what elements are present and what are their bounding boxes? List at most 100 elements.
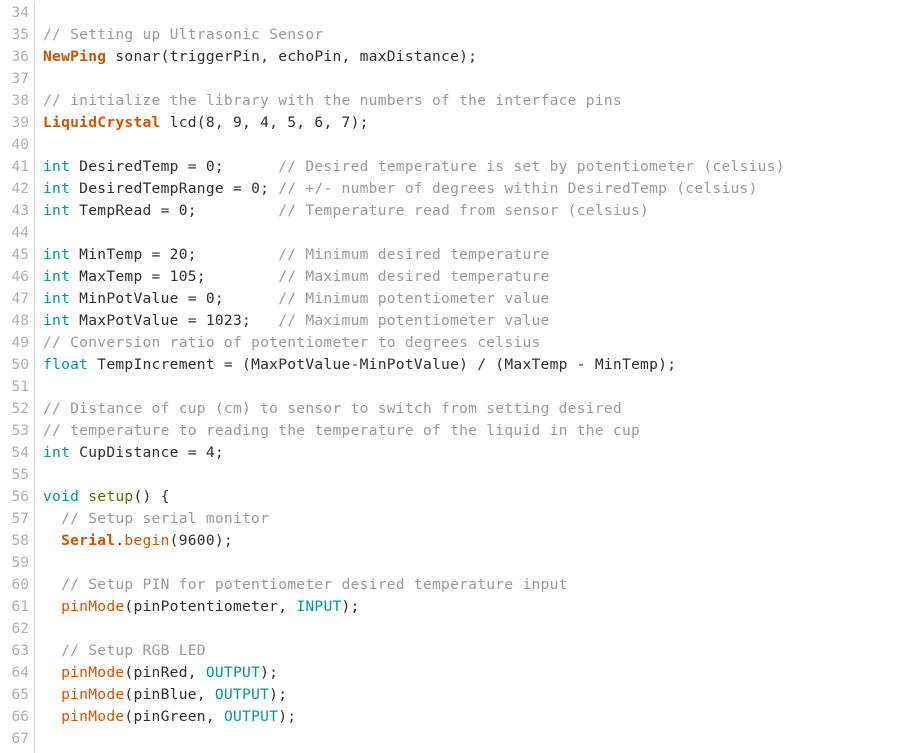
code-token: DesiredTempRange = 0; (70, 180, 279, 197)
line-number: 58 (11, 533, 29, 549)
line-number: 59 (11, 555, 29, 571)
code-token: Serial (61, 532, 116, 549)
line-number: 39 (11, 115, 29, 131)
line-number: 37 (11, 71, 29, 87)
code-line[interactable] (43, 728, 904, 750)
code-token: int (43, 268, 71, 285)
code-token: MinTemp = 20; (70, 246, 279, 263)
line-number: 67 (11, 731, 29, 747)
code-token: pinMode (61, 708, 125, 725)
code-token: // Maximum desired temperature (278, 268, 550, 285)
code-token: // Temperature read from sensor (celsius… (278, 202, 650, 219)
line-number: 63 (11, 643, 29, 659)
code-token: ); (278, 708, 297, 725)
line-number: 45 (11, 247, 29, 263)
code-token: (pinRed, (124, 664, 206, 681)
code-token: ); (260, 664, 279, 681)
code-line[interactable] (43, 552, 904, 574)
code-line[interactable]: // Setting up Ultrasonic Sensor (43, 24, 904, 46)
code-line[interactable]: // initialize the library with the numbe… (43, 90, 904, 112)
code-token: (pinBlue, (124, 686, 215, 703)
code-token: // Setup RGB LED (43, 642, 206, 659)
code-line[interactable]: int MinTemp = 20; // Minimum desired tem… (43, 244, 904, 266)
code-line[interactable]: int MinPotValue = 0; // Minimum potentio… (43, 288, 904, 310)
code-line[interactable]: // Distance of cup (cm) to sensor to swi… (43, 398, 904, 420)
code-line[interactable]: int DesiredTempRange = 0; // +/- number … (43, 178, 904, 200)
code-token: NewPing (43, 48, 107, 65)
code-token: int (43, 290, 71, 307)
code-token: pinMode (61, 664, 125, 681)
code-line[interactable]: // temperature to reading the temperatur… (43, 420, 904, 442)
code-line[interactable] (43, 2, 904, 24)
code-token: void (43, 488, 80, 505)
code-line[interactable]: int MaxTemp = 105; // Maximum desired te… (43, 266, 904, 288)
code-line[interactable]: // Setup PIN for potentiometer desired t… (43, 574, 904, 596)
code-editor[interactable]: 34 35 36 37 38 39 40 41 42 43 44 45 46 47 48 49 50 51 52 53… (0, 0, 904, 753)
code-line[interactable]: pinMode(pinRed, OUTPUT); (43, 662, 904, 684)
code-line[interactable]: void setup() { (43, 486, 904, 508)
line-number: 53 (11, 423, 29, 439)
code-line[interactable]: int TempRead = 0; // Temperature read fr… (43, 200, 904, 222)
code-token: MinPotValue = 0; (70, 290, 279, 307)
line-number: 48 (11, 313, 29, 329)
code-token: // Distance of cup (cm) to sensor to swi… (43, 400, 622, 417)
code-token: // Maximum potentiometer value (278, 312, 550, 329)
code-token: MaxTemp = 105; (70, 268, 279, 285)
line-number: 64 (11, 665, 29, 681)
code-line[interactable]: // Setup serial monitor (43, 508, 904, 530)
code-line[interactable]: int DesiredTemp = 0; // Desired temperat… (43, 156, 904, 178)
code-line[interactable]: LiquidCrystal lcd(8, 9, 4, 5, 6, 7); (43, 112, 904, 134)
line-number: 50 (11, 357, 29, 373)
code-token: (pinGreen, (124, 708, 224, 725)
code-text-area[interactable]: // Setting up Ultrasonic Sensor NewPing s… (35, 0, 904, 750)
code-token: // Setting up Ultrasonic Sensor (43, 26, 324, 43)
code-token: OUTPUT (205, 664, 261, 681)
code-token: // Conversion ratio of potentiometer to … (43, 334, 541, 351)
code-line[interactable]: pinMode(pinPotentiometer, INPUT); (43, 596, 904, 618)
code-line[interactable] (43, 464, 904, 486)
code-line[interactable]: Serial.begin(9600); (43, 530, 904, 552)
code-token: int (43, 246, 71, 263)
code-line[interactable] (43, 376, 904, 398)
code-line[interactable] (43, 222, 904, 244)
line-number-gutter: 34 35 36 37 38 39 40 41 42 43 44 45 46 47 48 49 50 51 52 53… (0, 0, 34, 750)
code-token: int (43, 158, 71, 175)
line-number: 55 (11, 467, 29, 483)
code-line[interactable]: pinMode(pinBlue, OUTPUT); (43, 684, 904, 706)
code-line[interactable] (43, 618, 904, 640)
code-line[interactable]: int MaxPotValue = 1023; // Maximum poten… (43, 310, 904, 332)
line-number: 66 (11, 709, 29, 725)
code-token: TempIncrement = (MaxPotValue-MinPotValue… (88, 356, 677, 373)
line-number: 35 (11, 27, 29, 43)
code-token: int (43, 202, 71, 219)
line-number: 57 (11, 511, 29, 527)
line-number: 60 (11, 577, 29, 593)
line-number: 54 (11, 445, 29, 461)
code-token: TempRead = 0; (70, 202, 279, 219)
code-line[interactable]: int CupDistance = 4; (43, 442, 904, 464)
code-line[interactable]: float TempIncrement = (MaxPotValue-MinPo… (43, 354, 904, 376)
code-token: int (43, 180, 71, 197)
code-token: // Setup serial monitor (43, 510, 270, 527)
code-token: int (43, 444, 71, 461)
line-number: 49 (11, 335, 29, 351)
code-token: MaxPotValue = 1023; (70, 312, 279, 329)
code-line[interactable]: pinMode(pinGreen, OUTPUT); (43, 706, 904, 728)
code-line[interactable]: // Setup RGB LED (43, 640, 904, 662)
code-line[interactable] (43, 68, 904, 90)
code-token: (9600); (169, 532, 233, 549)
code-line[interactable]: NewPing sonar(triggerPin, echoPin, maxDi… (43, 46, 904, 68)
code-token: OUTPUT (214, 686, 270, 703)
code-token: float (43, 356, 89, 373)
code-line[interactable] (43, 134, 904, 156)
line-number: 62 (11, 621, 29, 637)
line-number: 43 (11, 203, 29, 219)
code-token: () { (133, 488, 170, 505)
line-number: 34 (11, 5, 29, 21)
code-line[interactable]: // Conversion ratio of potentiometer to … (43, 332, 904, 354)
line-number: 47 (11, 291, 29, 307)
